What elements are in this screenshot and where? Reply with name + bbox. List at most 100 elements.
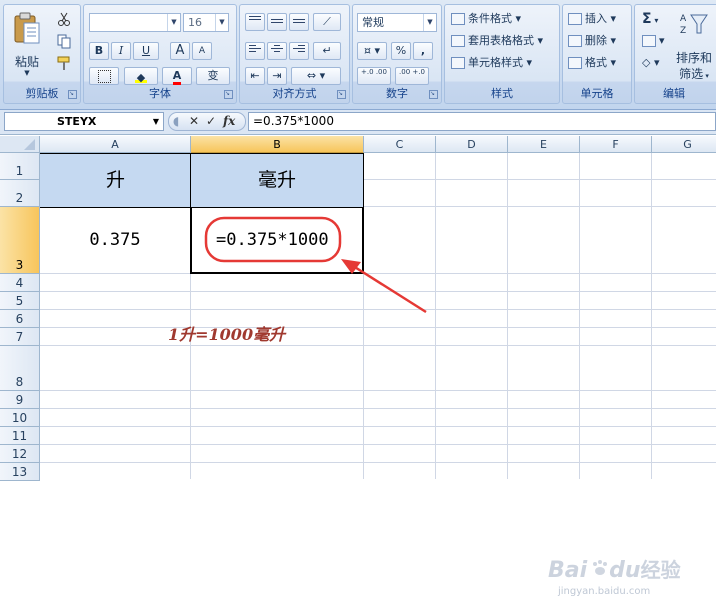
gridline: [40, 291, 716, 292]
row-header-5[interactable]: 5: [0, 292, 40, 310]
italic-button[interactable]: I: [111, 42, 131, 60]
orientation-button[interactable]: ⟋: [313, 13, 341, 31]
name-box[interactable]: STEYX ▼: [4, 112, 164, 131]
row-header-9[interactable]: 9: [0, 391, 40, 409]
clear-button[interactable]: ◇ ▾: [642, 54, 660, 72]
ribbon: 粘贴 ▼ 剪贴板 ↘ ▼ 16 ▼ B I U A A ◆ A 变 字体 ↘ ⟋…: [0, 0, 716, 110]
font-launcher-icon[interactable]: ↘: [224, 90, 233, 99]
percent-button[interactable]: %: [391, 42, 411, 60]
font-group-label: 字体: [149, 87, 171, 100]
gridline: [40, 408, 716, 409]
format-painter-button[interactable]: [56, 55, 74, 71]
paste-icon: [14, 12, 40, 44]
clipboard-launcher-icon[interactable]: ↘: [68, 90, 77, 99]
increase-decimal-button[interactable]: +.0 .00: [357, 67, 391, 85]
column-header-d[interactable]: D: [436, 136, 508, 153]
column-header-b[interactable]: B: [191, 136, 364, 153]
sort-filter-icon: A Z: [680, 14, 708, 36]
delete-button[interactable]: 删除 ▾: [568, 32, 616, 50]
align-top-button[interactable]: [245, 13, 265, 31]
wrap-text-button[interactable]: ↵: [313, 42, 341, 60]
shrink-font-button[interactable]: A: [192, 42, 212, 60]
gridline: [651, 153, 652, 479]
font-size-select[interactable]: 16 ▼: [183, 13, 229, 32]
number-format-select[interactable]: 常规 ▼: [357, 13, 437, 32]
column-header-c[interactable]: C: [364, 136, 436, 153]
gridline: [40, 345, 716, 346]
number-launcher-icon[interactable]: ↘: [429, 90, 438, 99]
grow-font-button[interactable]: A: [170, 42, 190, 60]
fill-down-icon: [642, 35, 656, 47]
resize-handle-icon[interactable]: ◖: [173, 114, 179, 129]
gridline: [435, 153, 436, 479]
row-header-2[interactable]: 2: [0, 180, 40, 207]
conditional-format-button[interactable]: 条件格式 ▾: [451, 10, 521, 28]
cell-a3[interactable]: 0.375: [40, 207, 190, 274]
fill-color-button[interactable]: ◆: [124, 67, 158, 85]
cancel-formula-button[interactable]: ✕: [189, 114, 199, 129]
copy-button[interactable]: [56, 33, 74, 49]
merge-center-button[interactable]: ⇔ ▾: [291, 67, 341, 85]
cut-button[interactable]: [56, 11, 74, 27]
cell-b1[interactable]: 毫升: [190, 153, 364, 208]
sort-filter-button[interactable]: A Z 排序和 筛选 ▾: [671, 9, 716, 83]
accounting-format-button[interactable]: ¤ ▾: [357, 42, 387, 60]
column-header-f[interactable]: F: [580, 136, 652, 153]
cells-group: 插入 ▾ 删除 ▾ 格式 ▾ 单元格: [562, 4, 632, 104]
gridline: [40, 390, 716, 391]
column-header-g[interactable]: G: [652, 136, 716, 153]
row-header-6[interactable]: 6: [0, 310, 40, 328]
gridline: [40, 444, 716, 445]
clipboard-group: 粘贴 ▼ 剪贴板 ↘: [3, 4, 81, 104]
watermark-url: jingyan.baidu.com: [558, 586, 651, 597]
chevron-down-icon: ▼: [215, 14, 228, 31]
select-all-corner[interactable]: [0, 136, 40, 153]
format-as-table-button[interactable]: 套用表格格式 ▾: [451, 32, 543, 50]
row-header-10[interactable]: 10: [0, 409, 40, 427]
cell-styles-button[interactable]: 单元格样式 ▾: [451, 54, 532, 72]
align-left-button[interactable]: [245, 42, 265, 60]
enter-formula-button[interactable]: ✓: [206, 114, 216, 129]
alignment-group-label: 对齐方式: [272, 87, 317, 100]
column-header-e[interactable]: E: [508, 136, 580, 153]
formula-input[interactable]: =0.375*1000: [248, 112, 716, 131]
row-header-3[interactable]: 3: [0, 207, 40, 274]
borders-button[interactable]: [89, 67, 119, 85]
font-name-select[interactable]: ▼: [89, 13, 181, 32]
svg-text:A: A: [680, 14, 687, 24]
align-bottom-button[interactable]: [289, 13, 309, 31]
editing-group: Σ ▾ ▾ ◇ ▾ A Z 排序和 筛选 ▾ 编辑: [634, 4, 716, 104]
alignment-launcher-icon[interactable]: ↘: [337, 90, 346, 99]
paste-button[interactable]: 粘贴 ▼: [10, 9, 44, 81]
cell-b3[interactable]: =0.375*1000: [190, 207, 364, 274]
increase-indent-button[interactable]: ⇥: [267, 67, 287, 85]
insert-function-button[interactable]: fx: [223, 114, 235, 129]
align-center-button[interactable]: [267, 42, 287, 60]
column-header-a[interactable]: A: [40, 136, 191, 153]
bold-button[interactable]: B: [89, 42, 109, 60]
decrease-decimal-button[interactable]: .00 +.0: [395, 67, 429, 85]
row-header-8[interactable]: 8: [0, 346, 40, 391]
phonetic-button[interactable]: 变: [196, 67, 230, 85]
underline-button[interactable]: U: [133, 42, 159, 60]
decrease-indent-button[interactable]: ⇤: [245, 67, 265, 85]
row-header-13[interactable]: 13: [0, 463, 40, 481]
format-button[interactable]: 格式 ▾: [568, 54, 616, 72]
cell-a1[interactable]: 升: [40, 153, 192, 208]
format-icon: [568, 57, 582, 69]
row-header-12[interactable]: 12: [0, 445, 40, 463]
wrap-text-icon: ↵: [322, 44, 332, 57]
insert-button[interactable]: 插入 ▾: [568, 10, 616, 28]
row-header-4[interactable]: 4: [0, 274, 40, 292]
svg-text:Z: Z: [680, 26, 686, 36]
font-color-button[interactable]: A: [162, 67, 192, 85]
comma-button[interactable]: ,: [413, 42, 433, 60]
row-header-1[interactable]: 1: [0, 153, 40, 180]
row-header-11[interactable]: 11: [0, 427, 40, 445]
autosum-button[interactable]: Σ ▾: [642, 10, 658, 28]
align-middle-button[interactable]: [267, 13, 287, 31]
fill-button[interactable]: ▾: [642, 32, 665, 50]
align-right-button[interactable]: [289, 42, 309, 60]
eraser-icon: ◇: [642, 56, 651, 69]
row-header-7[interactable]: 7: [0, 328, 40, 346]
